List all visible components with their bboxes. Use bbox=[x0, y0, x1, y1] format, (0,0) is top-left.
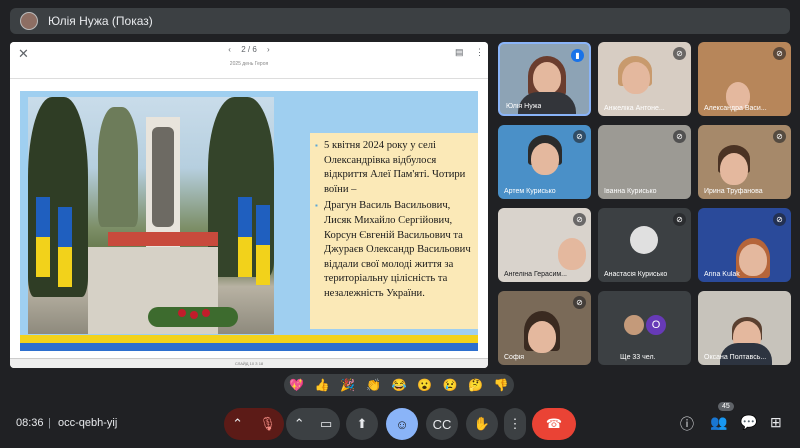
presenter-bar: Юлія Нужа (Показ) bbox=[10, 8, 790, 34]
mic-off-icon: ⊘ bbox=[673, 130, 686, 143]
more-vert-icon: ⋮ bbox=[508, 416, 522, 431]
reaction-thinking-button[interactable]: 🤔 bbox=[468, 378, 483, 392]
reactions-button[interactable]: ☺ bbox=[386, 408, 418, 440]
presentation-area: ✕ ‹ 2 / 6 › 2025 день Героя ▤ ⋮ ▪ 5 квіт… bbox=[10, 42, 488, 368]
presenter-avatar bbox=[20, 12, 38, 30]
participant-name: Оксана Полтавсь... bbox=[704, 354, 767, 361]
slides-toolbar: ✕ ‹ 2 / 6 › 2025 день Героя ▤ ⋮ bbox=[10, 42, 488, 79]
next-slide-button[interactable]: › bbox=[267, 45, 270, 54]
captions-button[interactable]: CC bbox=[426, 408, 458, 440]
mic-off-icon: ⊘ bbox=[773, 213, 786, 226]
hang-up-icon: ☎ bbox=[545, 416, 563, 431]
speaking-icon: ▮ bbox=[571, 49, 584, 62]
chat-icon[interactable]: 💬 bbox=[740, 414, 757, 431]
mic-off-icon: ⊘ bbox=[773, 47, 786, 60]
page-indicator: 2 / 6 bbox=[241, 45, 257, 54]
more-options-button[interactable]: ⋮ bbox=[504, 408, 526, 440]
slide-textbox: 5 квітня 2024 року у селі Олександрівка … bbox=[310, 133, 478, 329]
leave-call-button[interactable]: ☎ bbox=[532, 408, 576, 440]
avatar bbox=[630, 226, 658, 254]
more-participants-tile[interactable]: O Ще 33 чел. bbox=[598, 291, 691, 365]
slide-counter: СЛАЙД 10 З 18 bbox=[234, 361, 264, 366]
reaction-clap-button[interactable]: 👏 bbox=[366, 378, 381, 392]
meeting-code: occ-qebh-yij bbox=[58, 417, 118, 429]
participant-name: Іванна Курисько bbox=[604, 188, 657, 195]
avatar: O bbox=[644, 313, 668, 337]
slide-paragraph-1: 5 квітня 2024 року у селі Олександрівка … bbox=[315, 139, 472, 197]
reaction-sad-button[interactable]: 😢 bbox=[443, 378, 458, 392]
participant-name: Артем Курисько bbox=[504, 188, 556, 195]
participant-name: Александра Васи... bbox=[704, 105, 767, 112]
participant-tile[interactable]: ▮ Юлія Нужа bbox=[498, 42, 591, 116]
memorial-photo bbox=[28, 97, 274, 334]
emoji-icon: ☺ bbox=[395, 416, 409, 432]
mic-off-icon: ⊘ bbox=[673, 213, 686, 226]
captions-icon: CC bbox=[432, 416, 452, 432]
participant-tile[interactable]: ⊘ Анжеліка Антоне... bbox=[598, 42, 691, 116]
mic-off-icon: ⊘ bbox=[673, 47, 686, 60]
clock: 08:36 bbox=[16, 417, 44, 429]
participant-count-badge: 45 bbox=[718, 402, 734, 411]
slide-navigation: ‹ 2 / 6 › bbox=[10, 45, 488, 54]
avatar bbox=[622, 313, 646, 337]
mic-off-icon: ⊘ bbox=[573, 213, 586, 226]
participant-tile[interactable]: ⊘ Александра Васи... bbox=[698, 42, 791, 116]
reaction-thumbs-up-button[interactable]: 👍 bbox=[315, 378, 330, 392]
participant-name: Ирина Труфанова bbox=[704, 188, 763, 195]
camera-toggle-button[interactable]: ⌃ ▭ bbox=[286, 408, 340, 440]
camera-icon: ▭ bbox=[319, 416, 333, 431]
info-icon[interactable]: ⓘ bbox=[680, 414, 694, 434]
participant-tile[interactable]: ⊘ Іванна Курисько bbox=[598, 125, 691, 199]
participant-name: Ангеліна Герасим... bbox=[504, 271, 567, 278]
presenter-title: Юлія Нужа (Показ) bbox=[48, 14, 153, 28]
separator: | bbox=[48, 417, 51, 429]
participant-tile[interactable]: ⊘ Ирина Труфанова bbox=[698, 125, 791, 199]
participant-tile[interactable]: ⊘ Артем Курисько bbox=[498, 125, 591, 199]
reaction-laugh-button[interactable]: 😂 bbox=[391, 378, 406, 392]
reaction-heart-button[interactable]: 💖 bbox=[289, 378, 304, 392]
call-controls: 08:36 | occ-qebh-yij ⌃ 🎙 ⌃ ▭ ⬆ ☺ CC ✋ ⋮ … bbox=[0, 402, 800, 448]
present-button[interactable]: ⬆ bbox=[346, 408, 378, 440]
participant-name: Софія bbox=[504, 354, 525, 361]
reaction-surprised-button[interactable]: 😮 bbox=[417, 378, 432, 392]
slide-paragraph-2: Драгун Василь Васильович, Лисяк Михайло … bbox=[315, 199, 472, 301]
participant-tile[interactable]: ⊘ Софія bbox=[498, 291, 591, 365]
chevron-up-icon[interactable]: ⌃ bbox=[232, 416, 243, 432]
reaction-thumbs-down-button[interactable]: 👎 bbox=[494, 378, 509, 392]
raise-hand-button[interactable]: ✋ bbox=[466, 408, 498, 440]
prev-slide-button[interactable]: ‹ bbox=[228, 45, 231, 54]
presentation-title: 2025 день Героя bbox=[229, 61, 269, 67]
mic-off-icon: ⊘ bbox=[573, 130, 586, 143]
participant-tile[interactable]: ⊘ Arina Kulak bbox=[698, 208, 791, 282]
hand-icon: ✋ bbox=[473, 416, 491, 431]
participant-name: Ще 33 чел. bbox=[620, 354, 656, 361]
participant-tile[interactable]: ⊘ Анастасія Курисько bbox=[598, 208, 691, 282]
chevron-up-icon[interactable]: ⌃ bbox=[294, 416, 305, 432]
more-icon[interactable]: ⋮ bbox=[475, 47, 484, 58]
participant-name: Анастасія Курисько bbox=[604, 271, 668, 278]
slides-status-bar: СЛАЙД 10 З 18 bbox=[10, 358, 488, 368]
reactions-bar: 💖 👍 🎉 👏 😂 😮 😢 🤔 👎 bbox=[284, 374, 514, 396]
mic-off-icon: ⊘ bbox=[773, 130, 786, 143]
present-icon: ⬆ bbox=[356, 416, 368, 431]
activities-icon[interactable]: ⊞ bbox=[770, 414, 782, 431]
mic-toggle-button[interactable]: ⌃ 🎙 bbox=[224, 408, 284, 440]
participant-name: Анжеліка Антоне... bbox=[604, 105, 665, 112]
participant-tile[interactable]: ⊘ Ангеліна Герасим... bbox=[498, 208, 591, 282]
participant-name: Юлія Нужа bbox=[506, 103, 542, 110]
mic-off-icon: ⊘ bbox=[573, 296, 586, 309]
slide: 5 квітня 2024 року у селі Олександрівка … bbox=[20, 91, 478, 351]
people-icon[interactable]: 👥 bbox=[710, 414, 727, 431]
notes-icon[interactable]: ▤ bbox=[455, 47, 464, 58]
participant-tile[interactable]: Оксана Полтавсь... bbox=[698, 291, 791, 365]
mic-off-icon: 🎙 bbox=[259, 416, 276, 431]
participant-name: Arina Kulak bbox=[704, 271, 740, 278]
reaction-party-button[interactable]: 🎉 bbox=[340, 378, 355, 392]
